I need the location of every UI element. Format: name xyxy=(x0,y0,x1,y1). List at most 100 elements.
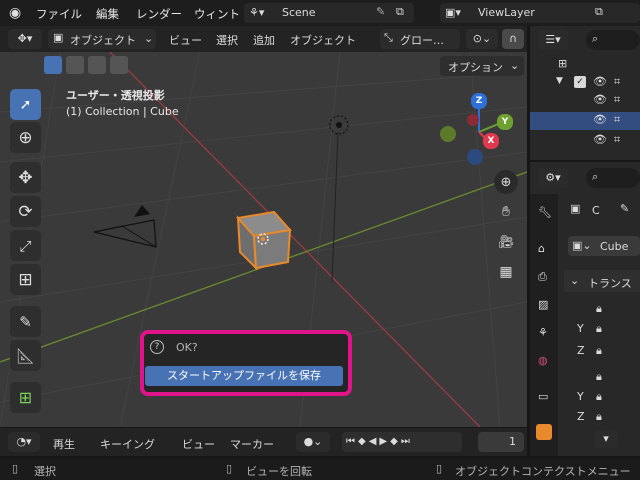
editor-type-button[interactable]: ✥▾ xyxy=(8,29,42,49)
select-box-tool[interactable]: ➚ xyxy=(10,89,41,120)
select-subtract-icon[interactable] xyxy=(88,56,106,74)
add-cube-tool[interactable]: ⊞ xyxy=(10,382,41,413)
zoom-button[interactable]: ⊕ xyxy=(494,170,518,194)
rotate-tool[interactable]: ⟳ xyxy=(10,196,41,227)
cursor-tool[interactable]: ⊕ xyxy=(10,122,41,153)
menu-window[interactable]: ウィント xyxy=(194,6,240,22)
measure-tool[interactable]: 📐︎ xyxy=(10,340,41,371)
eye-icon[interactable]: 👁︎ xyxy=(593,93,607,106)
menu-render[interactable]: レンダー xyxy=(136,6,182,22)
scale-tool[interactable]: ⤢ xyxy=(10,230,41,261)
blender-logo-icon[interactable]: ◉ xyxy=(9,5,21,21)
outliner-row-light[interactable]: 👁︎ ⌗ xyxy=(530,132,640,150)
object-icon: ▣ xyxy=(570,202,581,215)
pin-icon[interactable]: ✎ xyxy=(620,202,629,215)
scene-tab-icon[interactable]: ⚘ xyxy=(538,326,548,339)
collection-tab-icon[interactable]: ▭ xyxy=(538,390,548,403)
menu-marker[interactable]: マーカー xyxy=(230,436,274,452)
lock-icon[interactable]: 🔒︎ xyxy=(596,390,602,404)
outliner-row-camera[interactable]: 👁︎ ⌗ xyxy=(530,92,640,110)
select-extend-icon[interactable] xyxy=(66,56,84,74)
menu-edit[interactable]: 編集 xyxy=(96,6,119,22)
transform-section[interactable]: ⌄ トランス xyxy=(564,270,640,292)
lock-icon[interactable]: 🔒︎ xyxy=(596,322,602,336)
menu-file[interactable]: ファイル xyxy=(36,6,82,22)
outliner-editor-type[interactable]: ☰▾ xyxy=(538,30,568,50)
object-name-field[interactable]: ▣⌄ Cube xyxy=(568,236,640,256)
camera-render-icon[interactable]: ⌗ xyxy=(614,93,620,107)
pin-icon[interactable]: ✎ xyxy=(376,5,385,18)
play-reverse-icon[interactable]: ◀ xyxy=(369,436,380,447)
select-invert-icon[interactable] xyxy=(110,56,128,74)
save-startup-file-button[interactable]: スタートアップファイルを保存 xyxy=(145,366,343,386)
transform-tool[interactable]: ⊞ xyxy=(10,264,41,295)
mode-dropdown[interactable]: ▣ オブジェクト ⌄ xyxy=(48,29,156,49)
object-tab-icon[interactable] xyxy=(536,424,552,440)
gizmo-z-icon[interactable]: Z xyxy=(471,93,487,109)
move-tool[interactable]: ✥ xyxy=(10,162,41,193)
outliner-row-cube[interactable]: 👁︎ ⌗ xyxy=(530,112,640,130)
properties-editor-type[interactable]: ⚙▾ xyxy=(538,168,568,188)
copy-scene-icon[interactable]: ⧉ xyxy=(396,5,404,19)
rotation-mode-dropdown[interactable]: ▾ xyxy=(594,430,618,448)
menu-add[interactable]: 追加 xyxy=(253,32,275,48)
gizmo-x-icon[interactable]: X xyxy=(483,133,499,149)
lock-icon[interactable]: 🔒︎ xyxy=(596,302,602,316)
menu-playback[interactable]: 再生 xyxy=(53,436,75,452)
outliner-row-collection[interactable]: ▼ ✓ 👁︎ ⌗ xyxy=(530,74,640,92)
camera-render-icon[interactable]: ⌗ xyxy=(614,75,620,89)
viewlayer-selector[interactable]: ▣▾ ViewLayer ⧉ xyxy=(440,3,640,23)
cube-object[interactable] xyxy=(232,210,296,272)
search-icon: ⌕ xyxy=(592,32,599,45)
output-tab-icon[interactable]: ⎙ xyxy=(538,270,547,284)
gizmo-y-icon[interactable]: Y xyxy=(497,114,513,130)
select-new-icon[interactable] xyxy=(44,56,62,74)
checkbox-icon[interactable]: ✓ xyxy=(574,76,586,88)
camera-render-icon[interactable]: ⌗ xyxy=(614,133,620,147)
eye-icon[interactable]: 👁︎ xyxy=(593,75,607,88)
snap-toggle[interactable]: ∩ xyxy=(502,29,524,49)
transform-orientation-dropdown[interactable]: ⤡ グロー… xyxy=(380,29,460,49)
next-keyframe-icon[interactable]: ◆ xyxy=(390,436,401,447)
menu-object[interactable]: オブジェクト xyxy=(290,32,356,48)
options-dropdown[interactable]: オプション ⌄ xyxy=(440,56,524,76)
restrict-icon: ⊞ xyxy=(558,57,568,70)
outliner-search[interactable]: ⌕ xyxy=(586,30,640,50)
axis-label-z: Z xyxy=(577,344,585,357)
current-frame-field[interactable]: 1 xyxy=(478,432,524,452)
eye-icon[interactable]: 👁︎ xyxy=(593,133,607,146)
expand-chevron-icon[interactable]: ▼ xyxy=(556,76,563,86)
ortho-toggle-button[interactable]: ▦ xyxy=(494,260,518,284)
menu-view[interactable]: ビュー xyxy=(169,32,202,48)
light-object[interactable] xyxy=(326,112,352,138)
dialog-title: OK? xyxy=(176,341,198,354)
lock-icon[interactable]: 🔒︎ xyxy=(596,344,602,358)
world-tab-icon[interactable]: ◍ xyxy=(538,354,548,367)
grid-icon: ▦ xyxy=(499,264,513,280)
pivot-dropdown[interactable]: ⊙⌄ xyxy=(466,29,498,49)
copy-viewlayer-icon[interactable]: ⧉ xyxy=(595,5,603,19)
lock-icon[interactable]: 🔒︎ xyxy=(596,410,602,424)
camera-object[interactable] xyxy=(92,202,162,252)
menu-select[interactable]: 選択 xyxy=(216,32,238,48)
eye-icon[interactable]: 👁︎ xyxy=(593,113,607,126)
timeline-editor-type[interactable]: ◔▾ xyxy=(8,432,40,452)
menu-timeline-view[interactable]: ビュー xyxy=(182,436,215,452)
outliner-row[interactable]: ⊞ xyxy=(530,56,640,74)
keyframe-dropdown[interactable]: ●⌄ xyxy=(296,432,330,452)
tool-tab-icon[interactable]: 🔧︎ xyxy=(538,206,552,219)
render-tab-icon[interactable]: ⌂ xyxy=(538,242,545,255)
jump-start-icon[interactable]: ⏮ xyxy=(346,436,358,447)
properties-search[interactable]: ⌕ xyxy=(586,168,640,188)
camera-view-button[interactable]: 🎥︎ xyxy=(494,230,518,254)
play-icon[interactable]: ▶ xyxy=(379,436,390,447)
scene-selector[interactable]: ⚘▾ Scene ✎ ⧉ xyxy=(244,3,414,23)
prev-keyframe-icon[interactable]: ◆ xyxy=(358,436,369,447)
lock-icon[interactable]: 🔒︎ xyxy=(596,370,602,384)
view-layer-tab-icon[interactable]: ▨ xyxy=(538,298,548,311)
annotate-tool[interactable]: ✎ xyxy=(10,306,41,337)
menu-keying[interactable]: キーイング xyxy=(100,436,155,452)
pan-button[interactable]: ✋︎ xyxy=(494,200,518,224)
jump-end-icon[interactable]: ⏭ xyxy=(401,436,413,447)
camera-render-icon[interactable]: ⌗ xyxy=(614,113,620,127)
